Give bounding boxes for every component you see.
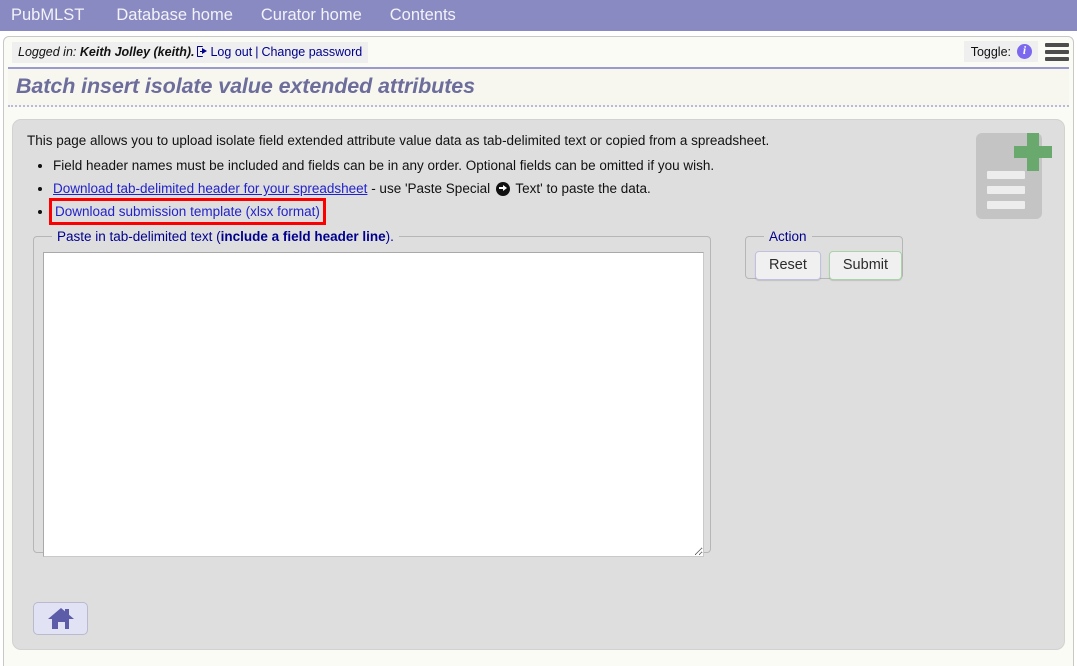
- logged-in-label: Logged in:: [18, 45, 77, 59]
- paste-fieldset-legend: Paste in tab-delimited text (include a f…: [52, 229, 399, 244]
- circle-arrow-right-icon: [495, 181, 510, 196]
- page-title-band: Batch insert isolate value extended attr…: [8, 67, 1069, 107]
- nav-item-database-home[interactable]: Database home: [102, 0, 247, 31]
- paste-special-prefix-text: - use 'Paste Special: [367, 181, 494, 196]
- bullet-text-field-headers: Field header names must be included and …: [53, 158, 715, 173]
- legend-bold: include a field header line: [220, 229, 386, 244]
- legend-suffix: ).: [385, 229, 394, 244]
- nav-item-pubmlst[interactable]: PubMLST: [11, 0, 102, 31]
- action-fieldset: Action Reset Submit: [745, 229, 904, 280]
- toggle-area: Toggle: i: [963, 41, 1069, 62]
- download-tab-delimited-header-link[interactable]: Download tab-delimited header for your s…: [53, 181, 367, 196]
- nav-item-contents[interactable]: Contents: [376, 0, 470, 31]
- logged-in-username: Keith Jolley (keith).: [79, 45, 195, 59]
- nav-item-curator-home[interactable]: Curator home: [247, 0, 376, 31]
- paste-textarea[interactable]: [43, 252, 704, 557]
- paste-special-suffix-text: Text' to paste the data.: [511, 181, 651, 196]
- paste-fieldset: Paste in tab-delimited text (include a f…: [33, 229, 711, 557]
- instructions-list: Field header names must be included and …: [27, 156, 1050, 225]
- main-navigation-bar: PubMLST Database home Curator home Conte…: [0, 0, 1077, 31]
- page-shell: Logged in: Keith Jolley (keith). Log out |…: [3, 36, 1074, 666]
- toggle-label-text: Toggle:: [970, 44, 1011, 59]
- home-icon: [47, 608, 74, 629]
- reset-button[interactable]: Reset: [755, 251, 821, 280]
- highlight-box: Download submission template (xlsx forma…: [49, 198, 326, 225]
- page-title: Batch insert isolate value extended attr…: [16, 74, 475, 98]
- submit-button[interactable]: Submit: [828, 251, 903, 280]
- log-out-link[interactable]: Log out: [210, 45, 252, 59]
- download-submission-template-link[interactable]: Download submission template (xlsx forma…: [55, 204, 320, 219]
- change-password-link[interactable]: Change password: [261, 45, 362, 59]
- sign-out-icon: [197, 46, 210, 57]
- action-fieldset-legend: Action: [769, 229, 807, 244]
- toggle-control[interactable]: Toggle: i: [963, 41, 1038, 62]
- login-status: Logged in: Keith Jolley (keith). Log out |…: [12, 42, 369, 63]
- main-content-panel: This page allows you to upload isolate f…: [12, 119, 1065, 650]
- document-add-icon: [976, 128, 1052, 220]
- hamburger-menu-icon[interactable]: [1045, 42, 1069, 61]
- bullet-download-submission-template: Download submission template (xlsx forma…: [49, 198, 1050, 225]
- legend-prefix: Paste in tab-delimited text (: [57, 229, 221, 244]
- info-icon[interactable]: i: [1017, 44, 1032, 59]
- intro-paragraph: This page allows you to upload isolate f…: [27, 133, 770, 148]
- session-bar: Logged in: Keith Jolley (keith). Log out |…: [8, 41, 1069, 64]
- bullet-field-header-names: Field header names must be included and …: [53, 156, 1050, 175]
- bullet-download-tab-delimited-header: Download tab-delimited header for your s…: [53, 179, 1050, 198]
- home-button[interactable]: [33, 602, 88, 635]
